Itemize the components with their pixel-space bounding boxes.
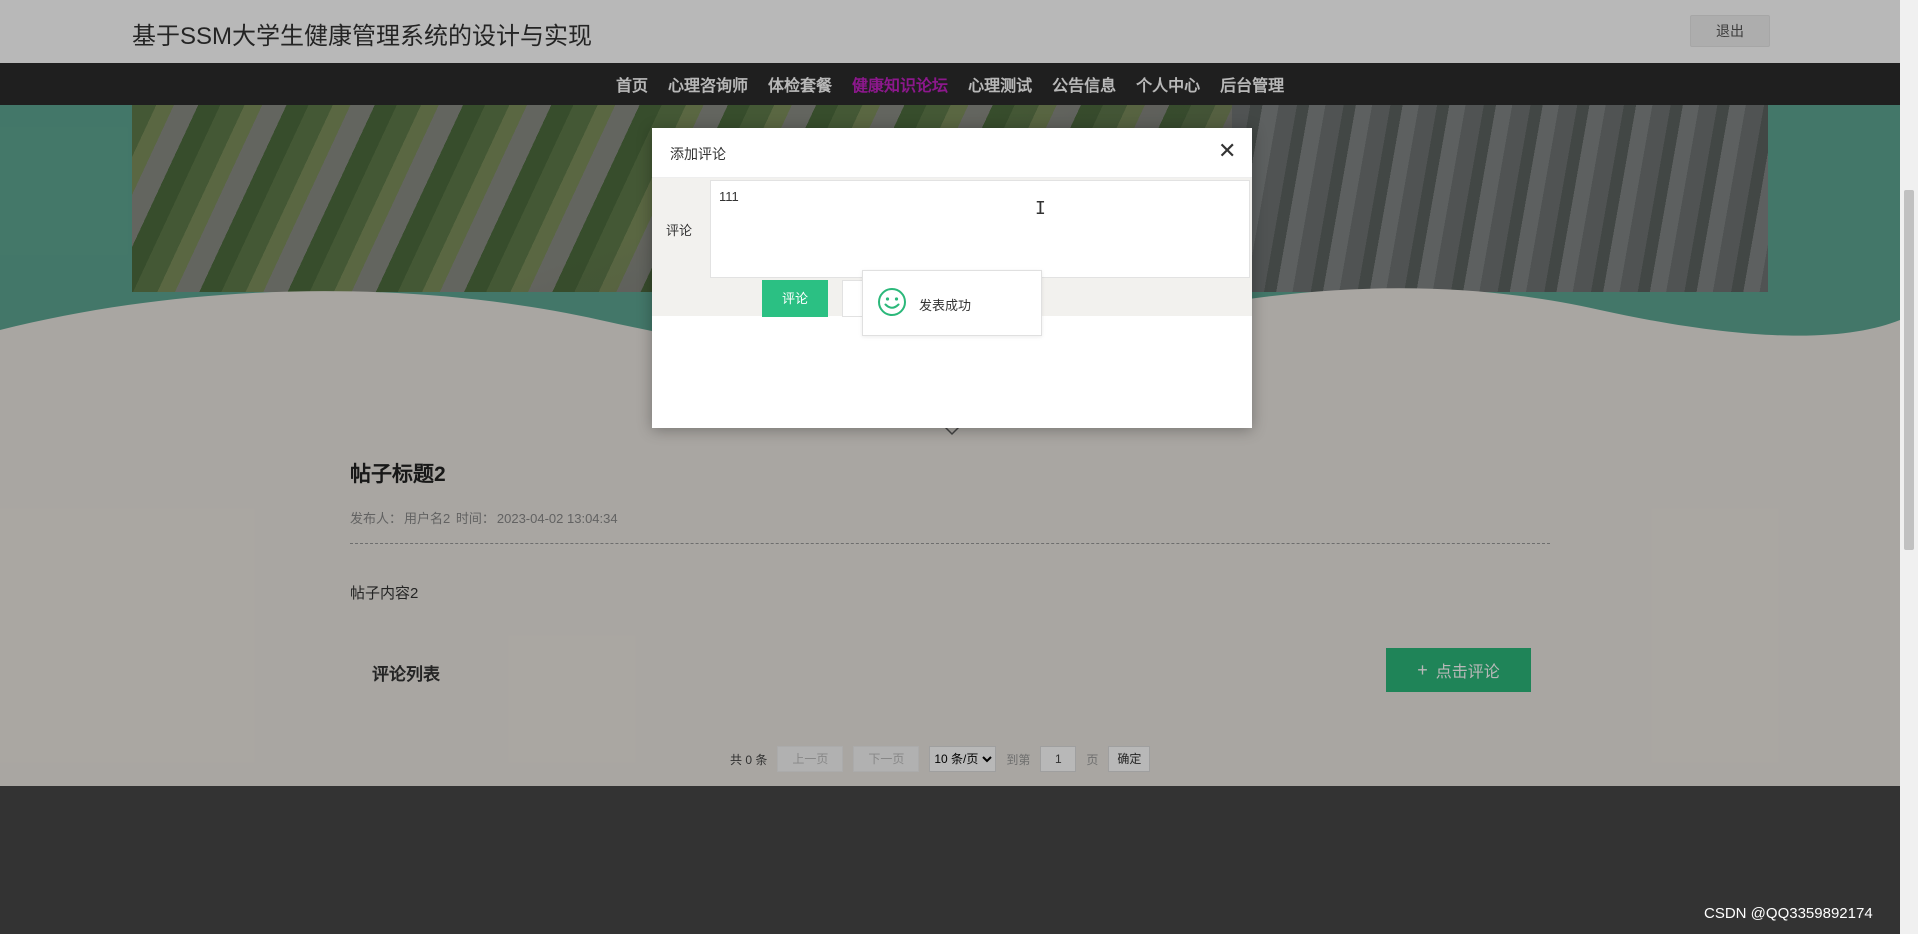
page-scrollbar-thumb[interactable] bbox=[1904, 190, 1914, 550]
modal-title: 添加评论 bbox=[670, 146, 726, 162]
text-cursor-icon: I bbox=[1035, 198, 1046, 219]
success-toast: 发表成功 bbox=[862, 270, 1042, 336]
modal-header: 添加评论 ✕ bbox=[652, 128, 1252, 178]
comment-field-label: 评论 bbox=[666, 223, 693, 238]
page-footer bbox=[0, 786, 1900, 934]
close-icon[interactable]: ✕ bbox=[1218, 140, 1236, 162]
watermark: CSDN @QQ3359892174 bbox=[1704, 905, 1873, 922]
comment-textarea[interactable]: 111 bbox=[710, 180, 1250, 278]
submit-comment-button[interactable]: 评论 bbox=[762, 280, 828, 317]
smile-icon bbox=[878, 288, 906, 316]
toast-message: 发表成功 bbox=[919, 298, 972, 313]
